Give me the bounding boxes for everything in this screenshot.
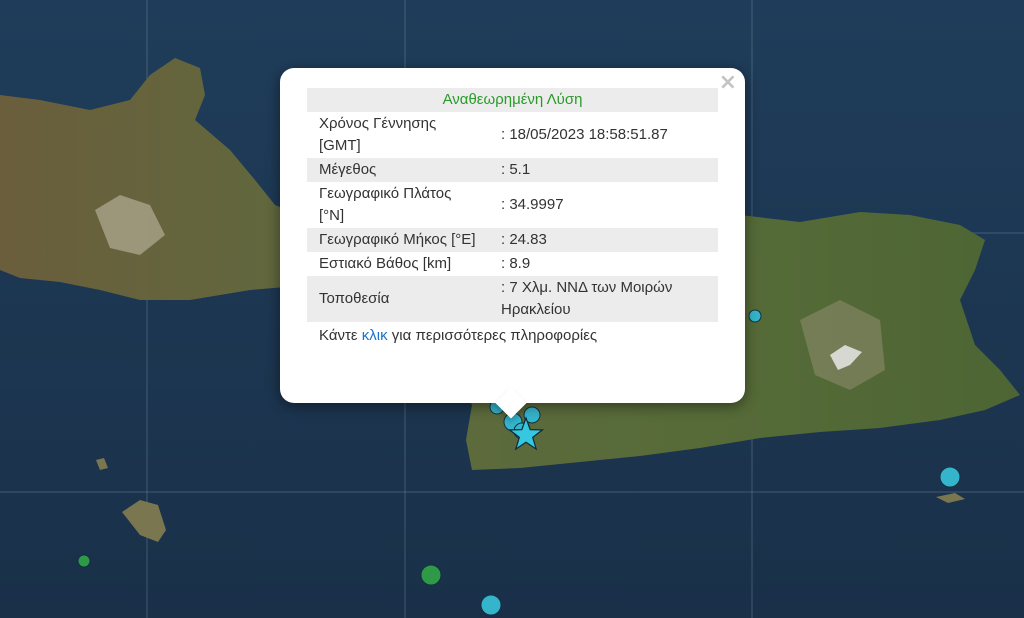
marker-green-small[interactable] (77, 554, 91, 568)
table-row: Γεωγραφικό Πλάτος [°N] : 34.9997 (307, 182, 718, 228)
marker-south-sea[interactable] (480, 594, 502, 616)
table-row: Τοποθεσία : 7 Χλμ. ΝΝΔ των Μοιρών Ηρακλε… (307, 276, 718, 322)
more-info-link[interactable]: κλικ (362, 327, 388, 344)
row-label: Εστιακό Βάθος [km] (319, 255, 452, 272)
info-table: Χρόνος Γέννησης [GMT] : 18/05/2023 18:58… (307, 112, 718, 322)
close-icon[interactable]: × (719, 72, 737, 94)
row-label: Χρόνος Γέννησης [GMT] (319, 115, 437, 154)
marker-green-large[interactable] (420, 564, 442, 586)
popup-title: Αναθεωρημένη Λύση (307, 88, 718, 112)
row-value: : 34.9997 (501, 196, 564, 213)
more-suffix: για περισσότερες πληροφορίες (387, 327, 598, 344)
row-value: : 8.9 (501, 255, 531, 272)
more-prefix: Κάντε (319, 327, 362, 344)
table-row: Μέγεθος : 5.1 (307, 158, 718, 182)
marker-east-coast[interactable] (748, 309, 762, 323)
row-value: : 24.83 (489, 228, 718, 252)
row-label: Γεωγραφικό Μήκος [°E] (307, 228, 489, 252)
marker-southeast-sea[interactable] (939, 466, 961, 488)
row-label: Μέγεθος (307, 158, 489, 182)
more-info-text: Κάντε κλικ για περισσότερες πληροφορίες (307, 327, 718, 344)
table-row: Γεωγραφικό Μήκος [°E] : 24.83 (307, 228, 718, 252)
row-value: : 5.1 (489, 158, 718, 182)
row-label: Τοποθεσία (307, 276, 489, 322)
row-value: : 18/05/2023 18:58:51.87 (501, 126, 668, 143)
row-value: : 7 Χλμ. ΝΝΔ των Μοιρών Ηρακλείου (489, 276, 718, 322)
row-label: Γεωγραφικό Πλάτος [°N] (319, 185, 452, 224)
earthquake-popup: × Αναθεωρημένη Λύση Χρόνος Γέννησης [GMT… (280, 68, 745, 419)
table-row: Χρόνος Γέννησης [GMT] : 18/05/2023 18:58… (307, 112, 718, 158)
table-row: Εστιακό Βάθος [km] : 8.9 (307, 252, 718, 276)
